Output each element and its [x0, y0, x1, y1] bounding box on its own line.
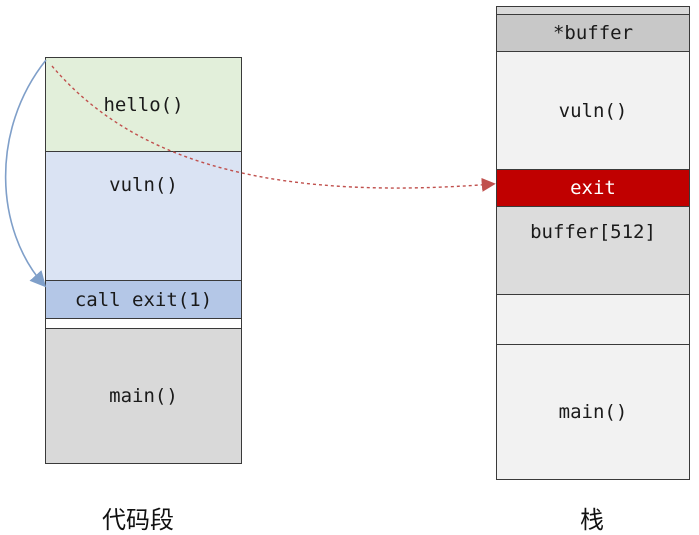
arrows-layer	[4, 59, 496, 288]
jump-to-exit-arrow	[4, 59, 47, 288]
return-address-arrow	[51, 65, 496, 192]
